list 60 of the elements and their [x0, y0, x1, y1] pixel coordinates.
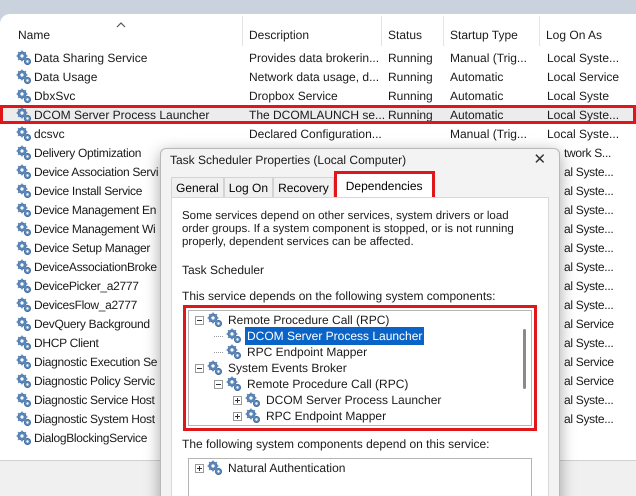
- startup-type: Automatic: [450, 88, 504, 102]
- service-name: DevQuery Background: [34, 316, 150, 332]
- log-on-account: al Syste...: [564, 184, 614, 198]
- log-on-account: al Service: [564, 354, 614, 368]
- service-name: Data Usage: [34, 68, 98, 86]
- log-on-account: al Service: [564, 316, 614, 330]
- log-on-account: al Syste...: [564, 278, 614, 292]
- log-on-account: Local Syste...: [547, 126, 620, 140]
- log-on-account: al Syste...: [564, 298, 614, 312]
- startup-type: Automatic: [450, 108, 504, 122]
- service-status: Running: [388, 108, 433, 122]
- log-on-account: Local Service: [547, 70, 620, 84]
- service-name: dcsvc: [34, 126, 65, 142]
- startup-type: Manual (Trig...: [450, 50, 527, 64]
- log-on-account: al Syste...: [564, 336, 614, 350]
- service-name: DialogBlockingService: [34, 430, 148, 446]
- startup-type: Automatic: [450, 70, 504, 84]
- service-name: Diagnostic Policy Servic: [34, 372, 155, 390]
- log-on-account: al Service: [564, 374, 614, 388]
- log-on-account: Local Syste...: [547, 108, 620, 122]
- service-name: DCOM Server Process Launcher: [34, 106, 210, 124]
- service-name: DevicePicker_a2777: [34, 278, 139, 294]
- log-on-account: al Syste...: [564, 260, 614, 274]
- service-name: DbxSvc: [34, 88, 76, 104]
- service-name: DevicesFlow_a2777: [34, 296, 137, 314]
- service-name: Delivery Optimization: [34, 144, 142, 162]
- startup-type: Manual (Trig...: [450, 126, 527, 140]
- service-name: Diagnostic Service Host: [34, 392, 154, 408]
- service-status: Running: [388, 70, 433, 84]
- service-description: The DCOMLAUNCH se...: [249, 108, 386, 122]
- service-name: Device Install Service: [34, 182, 142, 200]
- dependencies-description: Some services depend on other services, system drivers or load order groups. If a system component is stopped, or is not running properly, dependent services can be affected.: [181, 209, 515, 249]
- service-name: Diagnostic System Host: [34, 410, 155, 428]
- log-on-account: al Syste...: [564, 240, 614, 254]
- log-on-account: Local Syste...: [547, 50, 620, 64]
- service-name: Data Sharing Service: [34, 50, 148, 66]
- service-label: Task Scheduler: [181, 262, 266, 279]
- service-name: Device Association Servi: [34, 164, 158, 180]
- log-on-account: al Syste...: [564, 164, 614, 178]
- service-description: Declared Configuration...: [249, 126, 382, 140]
- service-name: Device Management En: [34, 202, 156, 218]
- log-on-account: Local Syste: [547, 88, 610, 102]
- service-name: DeviceAssociationBroke: [34, 258, 157, 276]
- log-on-account: al Syste...: [564, 222, 614, 236]
- service-name: Device Management Wi: [34, 220, 156, 238]
- service-name: Device Setup Manager: [34, 240, 150, 256]
- service-description: Dropbox Service: [249, 88, 338, 102]
- service-status: Running: [388, 50, 433, 64]
- depends-on-label: This service depends on the following system components:: [181, 288, 496, 305]
- service-status: Running: [388, 88, 433, 102]
- log-on-account: twork S...: [564, 146, 612, 160]
- service-name: Diagnostic Execution Se: [34, 354, 158, 370]
- log-on-account: al Syste...: [564, 412, 614, 426]
- dialog-title: Task Scheduler Properties (Local Computer): [170, 152, 406, 169]
- log-on-account: al Syste...: [564, 392, 614, 406]
- service-description: Provides data brokerin...: [249, 50, 380, 64]
- service-name: DHCP Client: [34, 334, 98, 352]
- service-description: Network data usage, d...: [249, 70, 380, 84]
- log-on-account: al Syste...: [564, 202, 614, 216]
- dependents-label: The following system components depend on this service:: [181, 436, 490, 453]
